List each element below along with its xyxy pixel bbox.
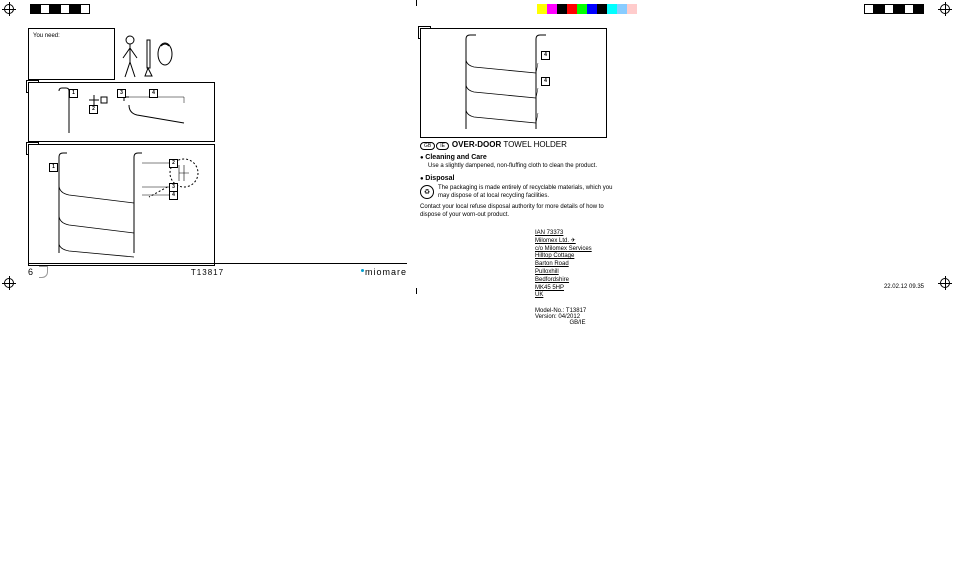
page-left: You need: A 1 2 3 4 B: [20, 20, 415, 280]
lang-ie: IE: [436, 142, 449, 150]
modelinfo-vk: Version:: [535, 314, 557, 320]
brand-logo: miomare: [361, 267, 407, 277]
page-footer: 6 T13817 miomare: [28, 263, 407, 280]
part-1: 1: [69, 89, 78, 98]
page-right: C 4 4 GBIE OVER-DOOR TOWEL HOLDER Cleani…: [420, 20, 820, 280]
disposal-body: The packaging is made entirely of recycl…: [438, 185, 620, 201]
text-block: GBIE OVER-DOOR TOWEL HOLDER Cleaning and…: [420, 140, 620, 326]
company-l2: Barton Road: [535, 261, 592, 269]
box-b: 1 2 3 4: [28, 144, 215, 266]
colorbar: [864, 4, 924, 14]
company-l1: Hilltop Cottage: [535, 253, 592, 261]
crop-mark: [940, 4, 950, 14]
print-timestamp: 22.02.12 09.35: [884, 284, 924, 290]
brand-text: miomare: [365, 267, 407, 277]
crop-mark: [4, 4, 14, 14]
part-2b: 2: [169, 159, 178, 168]
box-a: 1 2 3 4: [28, 82, 215, 142]
part-3: 3: [117, 89, 126, 98]
recycle-icon: [420, 185, 434, 199]
title-rest: TOWEL HOLDER: [501, 140, 567, 149]
diagram-c: [421, 29, 606, 137]
part-4b: 4: [169, 191, 178, 200]
part-4c: 4: [541, 51, 550, 60]
company-co: c/o Milomex Services: [535, 246, 592, 254]
company-l6: UK: [535, 292, 592, 300]
company-l3: Pulloxhill: [535, 269, 592, 277]
title-bold: OVER-DOOR: [452, 140, 501, 149]
company-name: Milomex Ltd.: [535, 238, 569, 244]
page-number: 6: [28, 267, 33, 277]
model-info: Model-No.: T13817 Version: 04/2012 GB/IE: [535, 308, 620, 326]
box-need: You need:: [28, 28, 115, 80]
modelinfo-extra: GB/IE: [535, 320, 620, 326]
part-1b: 1: [49, 163, 58, 172]
company-block: IAN 73373 Milomex Ltd. ✈ c/o Milomex Ser…: [535, 230, 592, 300]
heading-disposal: Disposal: [420, 175, 620, 182]
part-2: 2: [89, 105, 98, 114]
crop-mark: [4, 278, 14, 288]
company-l5: MK45 5HP: [535, 285, 592, 293]
part-4c2: 4: [541, 77, 550, 86]
figure-icons: [115, 32, 185, 80]
lang-gb: GB: [420, 142, 435, 150]
pageflip-icon: [39, 266, 48, 278]
part-4: 4: [149, 89, 158, 98]
colorbar: [537, 4, 637, 14]
colorbar: [30, 4, 90, 14]
need-label: You need:: [33, 33, 60, 39]
fold-mark: [416, 288, 417, 294]
clean-body: Use a slightly dampened, non-fluffing cl…: [428, 163, 620, 171]
box-c: 4 4: [420, 28, 607, 138]
crop-mark: [940, 278, 950, 288]
company-l4: Bedfordshire: [535, 277, 592, 285]
product-title: OVER-DOOR TOWEL HOLDER: [452, 140, 567, 149]
disposal-body2: Contact your local refuse disposal autho…: [420, 204, 620, 220]
footer-model: T13817: [54, 268, 361, 277]
heading-cleaning: Cleaning and Care: [420, 154, 620, 161]
fold-mark: [416, 0, 417, 6]
company-ian: IAN 73373: [535, 230, 592, 238]
